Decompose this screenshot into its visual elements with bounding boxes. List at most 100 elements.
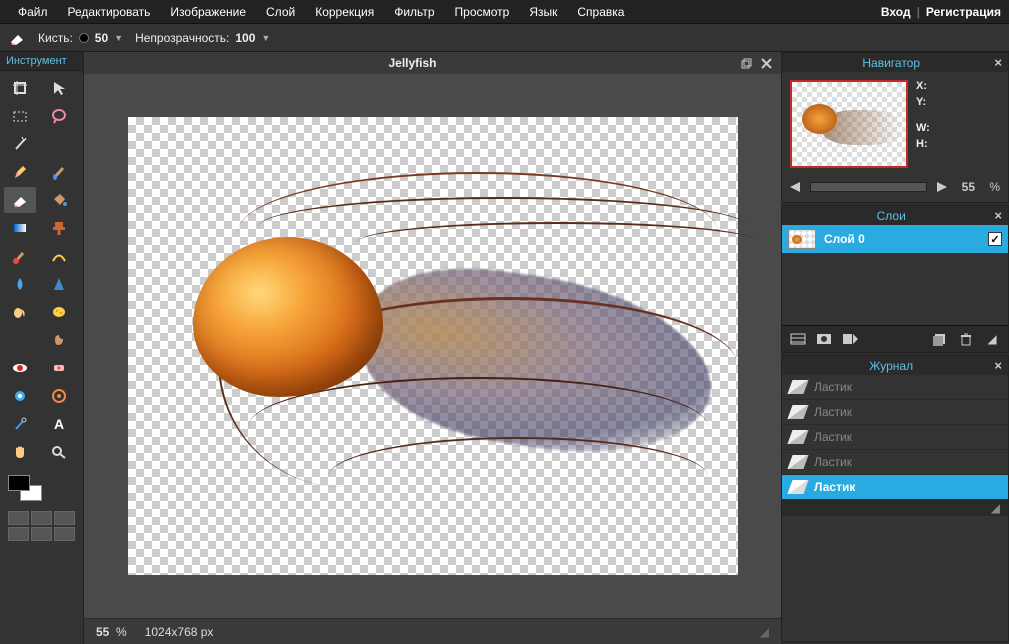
new-layer-icon[interactable] (930, 330, 950, 348)
gradient-tool[interactable] (4, 215, 36, 241)
wand-tool[interactable] (4, 131, 36, 157)
pinch-tool[interactable] (43, 383, 75, 409)
redeye-tool[interactable] (4, 355, 36, 381)
color-replace-tool[interactable] (4, 243, 36, 269)
move-tool[interactable] (43, 75, 75, 101)
dodge-tool[interactable] (4, 327, 36, 353)
menu-language[interactable]: Язык (519, 1, 567, 23)
tools-title: Инструмент (0, 52, 83, 71)
palette-cell[interactable] (8, 527, 29, 541)
close-document-icon[interactable] (759, 56, 773, 70)
smudge-tool[interactable] (4, 299, 36, 325)
login-link[interactable]: Вход (881, 5, 911, 19)
layers-header: Слои × (782, 206, 1008, 225)
eraser-icon (787, 430, 808, 444)
brush-size-value[interactable]: 50 (95, 31, 108, 45)
register-link[interactable]: Регистрация (926, 5, 1001, 19)
resize-grip-icon[interactable]: ◢ (760, 625, 769, 639)
marquee-tool[interactable] (4, 103, 36, 129)
tools-panel: Инструмент A (0, 52, 84, 644)
opacity-label: Непрозрачность: (135, 31, 229, 45)
fg-bg-colors[interactable] (8, 475, 42, 501)
close-icon[interactable]: × (994, 358, 1002, 373)
close-icon[interactable]: × (994, 208, 1002, 223)
layer-thumbnail[interactable] (788, 229, 816, 249)
palette-cell[interactable] (8, 511, 29, 525)
restore-window-icon[interactable] (739, 56, 753, 70)
menu-help[interactable]: Справка (567, 1, 634, 23)
layers-list: Слой 0 ✓ (782, 225, 1008, 325)
brush-size-group: Кисть: 50 ▼ (38, 31, 123, 45)
palette-cell[interactable] (54, 511, 75, 525)
layer-row[interactable]: Слой 0 ✓ (782, 225, 1008, 253)
menu-filter[interactable]: Фильтр (384, 1, 444, 23)
layer-mask-icon[interactable] (814, 330, 834, 348)
sponge-tool[interactable] (43, 299, 75, 325)
foreground-color-swatch[interactable] (8, 475, 30, 491)
layers-title: Слои (788, 209, 994, 223)
right-panels: Навигатор × X: Y: W: H: (781, 52, 1009, 644)
hand-tool[interactable] (4, 439, 36, 465)
dropdown-icon[interactable]: ▼ (261, 33, 270, 43)
paint-bucket-tool[interactable] (43, 187, 75, 213)
type-tool[interactable]: A (43, 411, 75, 437)
zoom-value[interactable]: 55 (953, 180, 983, 194)
zoom-slider-track[interactable] (810, 182, 927, 192)
history-header: Журнал × (782, 356, 1008, 375)
navigator-header: Навигатор × (782, 53, 1008, 72)
pencil-tool[interactable] (4, 159, 36, 185)
menu-adjustment[interactable]: Коррекция (305, 1, 384, 23)
crop-tool[interactable] (4, 75, 36, 101)
layer-settings-icon[interactable] (788, 330, 808, 348)
history-item[interactable]: Ластик (782, 475, 1008, 500)
palette-cell[interactable] (31, 511, 52, 525)
history-item[interactable]: Ластик (782, 450, 1008, 475)
clone-stamp-tool[interactable] (43, 215, 75, 241)
bloat-tool[interactable] (4, 383, 36, 409)
palette-cell[interactable] (31, 527, 52, 541)
layer-name[interactable]: Слой 0 (824, 232, 980, 246)
canvas[interactable] (128, 117, 738, 575)
lasso-tool[interactable] (43, 103, 75, 129)
delete-layer-icon[interactable] (956, 330, 976, 348)
history-item[interactable]: Ластик (782, 425, 1008, 450)
layer-styles-icon[interactable] (840, 330, 860, 348)
zoom-out-icon[interactable] (790, 182, 804, 192)
dropdown-icon[interactable]: ▼ (114, 33, 123, 43)
svg-text:A: A (54, 416, 64, 432)
menu-edit[interactable]: Редактировать (58, 1, 161, 23)
eraser-icon (787, 380, 808, 394)
eraser-icon (787, 405, 808, 419)
menu-file[interactable]: Файл (8, 1, 58, 23)
spot-heal-tool[interactable] (43, 355, 75, 381)
menu-layer[interactable]: Слой (256, 1, 305, 23)
menu-view[interactable]: Просмотр (445, 1, 520, 23)
canvas-viewport[interactable] (84, 74, 781, 618)
history-item[interactable]: Ластик (782, 375, 1008, 400)
brush-tool[interactable] (43, 159, 75, 185)
close-icon[interactable]: × (994, 55, 1002, 70)
zoom-in-icon[interactable] (933, 182, 947, 192)
blur-tool[interactable] (4, 271, 36, 297)
colorpicker-tool[interactable] (4, 411, 36, 437)
image-content (193, 237, 383, 397)
palette-cell[interactable] (54, 527, 75, 541)
opacity-group: Непрозрачность: 100 ▼ (135, 31, 270, 45)
nav-y: Y: (916, 96, 930, 108)
opacity-value[interactable]: 100 (235, 31, 255, 45)
history-item[interactable]: Ластик (782, 400, 1008, 425)
burn-tool[interactable] (43, 327, 75, 353)
zoom-percent: 55 % (96, 625, 127, 639)
draw-tool[interactable] (43, 243, 75, 269)
menu-image[interactable]: Изображение (160, 1, 256, 23)
tool-empty (43, 131, 75, 157)
history-panel: Журнал × ЛастикЛастикЛастикЛастикЛастик … (781, 355, 1009, 642)
sharpen-tool[interactable] (43, 271, 75, 297)
navigator-thumbnail[interactable] (790, 80, 908, 168)
layers-more-icon[interactable]: ◢ (982, 330, 1002, 348)
history-resize-grip[interactable]: ◢ (782, 500, 1008, 516)
zoom-tool[interactable] (43, 439, 75, 465)
layer-visibility-checkbox[interactable]: ✓ (988, 232, 1002, 246)
brush-dot-icon[interactable] (79, 33, 89, 43)
eraser-tool[interactable] (4, 187, 36, 213)
